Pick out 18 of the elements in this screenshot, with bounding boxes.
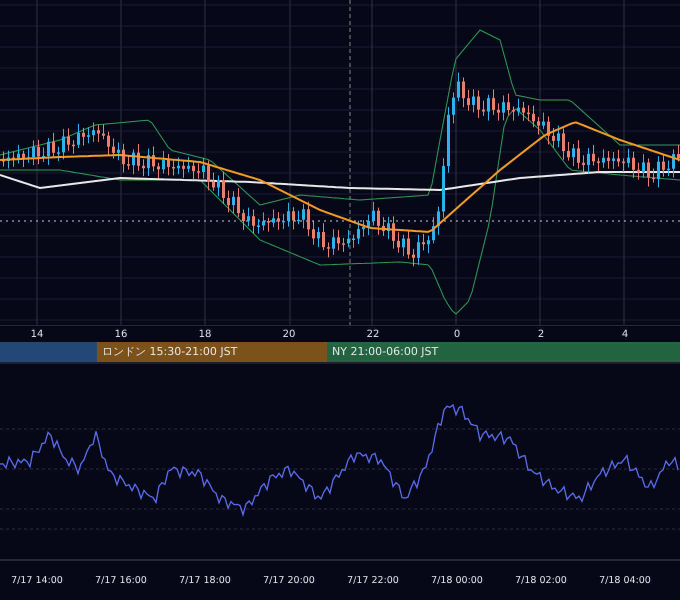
axis-label: 2 <box>538 328 544 340</box>
axis-label: 18 <box>198 328 212 340</box>
axis-label: 7/18 04:00 <box>599 574 651 586</box>
axis-label: 7/17 18:00 <box>179 574 231 586</box>
axis-label: 7/17 20:00 <box>263 574 315 586</box>
axis-label: 7/17 16:00 <box>95 574 147 586</box>
axis-label: 22 <box>366 328 380 340</box>
axis-label: 16 <box>114 328 128 340</box>
axis-label: 7/17 14:00 <box>11 574 63 586</box>
axis-label: 14 <box>30 328 44 340</box>
axis-label: 7/18 02:00 <box>515 574 567 586</box>
axis-label: 7/17 22:00 <box>347 574 399 586</box>
axis-label: 0 <box>454 328 460 340</box>
axis-label: 4 <box>622 328 628 340</box>
axis-label: 20 <box>282 328 296 340</box>
session-bar: ロンドン 15:30-21:00 JST <box>97 342 327 362</box>
session-bar: NY 21:00-06:00 JST <box>327 342 680 362</box>
axis-label: 7/18 00:00 <box>431 574 483 586</box>
